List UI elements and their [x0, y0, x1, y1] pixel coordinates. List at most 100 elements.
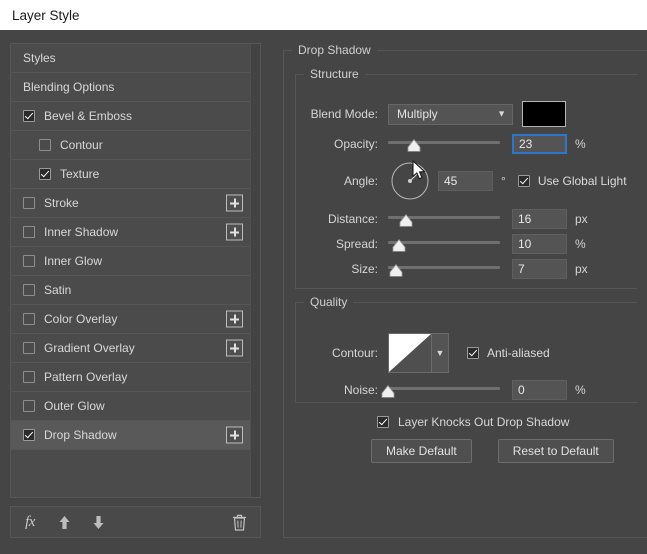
structure-group-label: Structure: [310, 67, 359, 81]
distance-slider-thumb[interactable]: [399, 214, 413, 227]
make-default-button[interactable]: Make Default: [371, 439, 472, 463]
default-buttons-row: Make Default Reset to Default: [371, 439, 637, 463]
spread-input[interactable]: 10: [512, 234, 567, 254]
noise-slider-track[interactable]: [388, 387, 500, 390]
sidebar-item-label: Blending Options: [23, 80, 115, 94]
sidebar-item-label: Gradient Overlay: [44, 341, 135, 355]
sidebar-item-outer-glow[interactable]: Outer Glow: [11, 392, 250, 421]
opacity-slider-thumb[interactable]: [407, 139, 421, 152]
spread-label: Spread:: [335, 237, 378, 251]
use-global-light-toggle[interactable]: Use Global Light: [517, 174, 627, 188]
sidebar-item-satin[interactable]: Satin: [11, 276, 250, 305]
size-slider-track[interactable]: [388, 266, 500, 269]
add-gradient-overlay-plus-icon[interactable]: [226, 339, 243, 357]
contour-label: Contour:: [331, 346, 378, 360]
arrow-up-icon[interactable]: [55, 513, 73, 531]
add-inner-shadow-plus-icon[interactable]: [226, 223, 243, 241]
opacity-label: Opacity:: [333, 137, 378, 151]
angle-input[interactable]: 45: [438, 171, 493, 191]
sidebar-item-color-overlay[interactable]: Color Overlay: [11, 305, 250, 334]
structure-group: Structure Blend Mode: Multiply ▼ Opacity…: [295, 67, 637, 289]
sidebar-item-pattern-overlay[interactable]: Pattern Overlay: [11, 363, 250, 392]
anti-aliased-toggle[interactable]: Anti-aliased: [467, 346, 550, 360]
checkbox-pattern-overlay[interactable]: [23, 371, 35, 383]
noise-slider-thumb[interactable]: [381, 385, 395, 398]
sidebar-item-blending-options[interactable]: Blending Options: [11, 73, 250, 102]
distance-slider[interactable]: [388, 209, 500, 229]
checkbox-bevel-emboss[interactable]: [23, 110, 35, 122]
layer-style-dialog: Styles Blending Options Bevel & Emboss C…: [0, 30, 647, 554]
checkbox-drop-shadow[interactable]: [23, 429, 35, 441]
checkbox-stroke[interactable]: [23, 197, 35, 209]
shadow-color-swatch[interactable]: [522, 101, 566, 127]
blend-mode-select[interactable]: Multiply: [388, 103, 513, 125]
size-slider[interactable]: [388, 259, 500, 279]
styles-list-scrollbar[interactable]: [250, 43, 261, 498]
add-color-overlay-plus-icon[interactable]: [226, 310, 243, 328]
noise-slider[interactable]: [381, 380, 500, 400]
spread-slider-thumb[interactable]: [392, 239, 406, 252]
opacity-slider-track[interactable]: [388, 141, 500, 144]
reset-to-default-button[interactable]: Reset to Default: [497, 439, 614, 463]
blend-mode-select-wrap[interactable]: Multiply ▼: [388, 103, 513, 125]
window-titlebar: Layer Style: [0, 0, 647, 30]
contour-picker[interactable]: ▼: [388, 333, 449, 373]
use-global-light-label: Use Global Light: [537, 174, 627, 188]
fx-icon[interactable]: fx: [21, 513, 39, 531]
checkbox-color-overlay[interactable]: [23, 313, 35, 325]
arrow-down-icon[interactable]: [89, 513, 107, 531]
sidebar-item-contour[interactable]: Contour: [11, 131, 250, 160]
size-label: Size:: [351, 262, 378, 276]
angle-dial[interactable]: [390, 161, 430, 201]
blend-mode-label: Blend Mode:: [310, 107, 378, 121]
noise-unit: %: [575, 383, 586, 397]
sidebar-item-styles[interactable]: Styles: [11, 44, 250, 73]
checkbox-layer-knocks-out[interactable]: [377, 416, 389, 428]
checkbox-use-global-light[interactable]: [517, 175, 530, 187]
blend-mode-value: Multiply: [397, 107, 438, 121]
add-stroke-plus-icon[interactable]: [226, 194, 243, 212]
sidebar-item-inner-shadow[interactable]: Inner Shadow: [11, 218, 250, 247]
sidebar-item-label: Inner Shadow: [44, 225, 119, 239]
sidebar-item-label: Bevel & Emboss: [44, 109, 133, 123]
chevron-down-icon[interactable]: ▼: [431, 334, 448, 372]
checkbox-gradient-overlay[interactable]: [23, 342, 35, 354]
trash-icon[interactable]: [230, 513, 248, 531]
size-slider-thumb[interactable]: [389, 264, 403, 277]
size-input[interactable]: 7: [512, 259, 567, 279]
spread-unit: %: [575, 237, 586, 251]
checkbox-texture[interactable]: [39, 168, 51, 180]
styles-list[interactable]: Styles Blending Options Bevel & Emboss C…: [10, 43, 250, 498]
distance-row: Distance: 16 px: [296, 208, 637, 230]
sidebar-item-texture[interactable]: Texture: [11, 160, 250, 189]
checkbox-inner-shadow[interactable]: [23, 226, 35, 238]
checkbox-satin[interactable]: [23, 284, 35, 296]
distance-input[interactable]: 16: [512, 209, 567, 229]
sidebar-item-bevel-emboss[interactable]: Bevel & Emboss: [11, 102, 250, 131]
spread-value: 10: [518, 237, 532, 251]
effect-settings-panel: Drop Shadow Structure Blend Mode: Multip…: [283, 43, 647, 538]
angle-unit: °: [501, 174, 506, 188]
size-unit: px: [575, 262, 588, 276]
layer-knocks-out-toggle[interactable]: Layer Knocks Out Drop Shadow: [377, 415, 637, 429]
sidebar-item-drop-shadow[interactable]: Drop Shadow: [11, 421, 250, 450]
contour-preview[interactable]: [389, 334, 431, 372]
sidebar-item-label: Stroke: [44, 196, 79, 210]
checkbox-anti-aliased[interactable]: [467, 347, 479, 359]
sidebar-item-stroke[interactable]: Stroke: [11, 189, 250, 218]
opacity-value: 23: [519, 137, 533, 151]
sidebar-item-inner-glow[interactable]: Inner Glow: [11, 247, 250, 276]
sidebar-item-label: Contour: [60, 138, 103, 152]
noise-label: Noise:: [343, 383, 378, 397]
noise-input[interactable]: 0: [512, 380, 567, 400]
add-drop-shadow-plus-icon[interactable]: [226, 426, 243, 444]
page-title: Layer Style: [12, 7, 80, 23]
sidebar-item-gradient-overlay[interactable]: Gradient Overlay: [11, 334, 250, 363]
opacity-slider[interactable]: [388, 134, 500, 154]
opacity-input[interactable]: 23: [512, 134, 567, 154]
anti-aliased-label: Anti-aliased: [487, 346, 550, 360]
checkbox-outer-glow[interactable]: [23, 400, 35, 412]
checkbox-inner-glow[interactable]: [23, 255, 35, 267]
checkbox-contour[interactable]: [39, 139, 51, 151]
spread-slider[interactable]: [388, 234, 500, 254]
